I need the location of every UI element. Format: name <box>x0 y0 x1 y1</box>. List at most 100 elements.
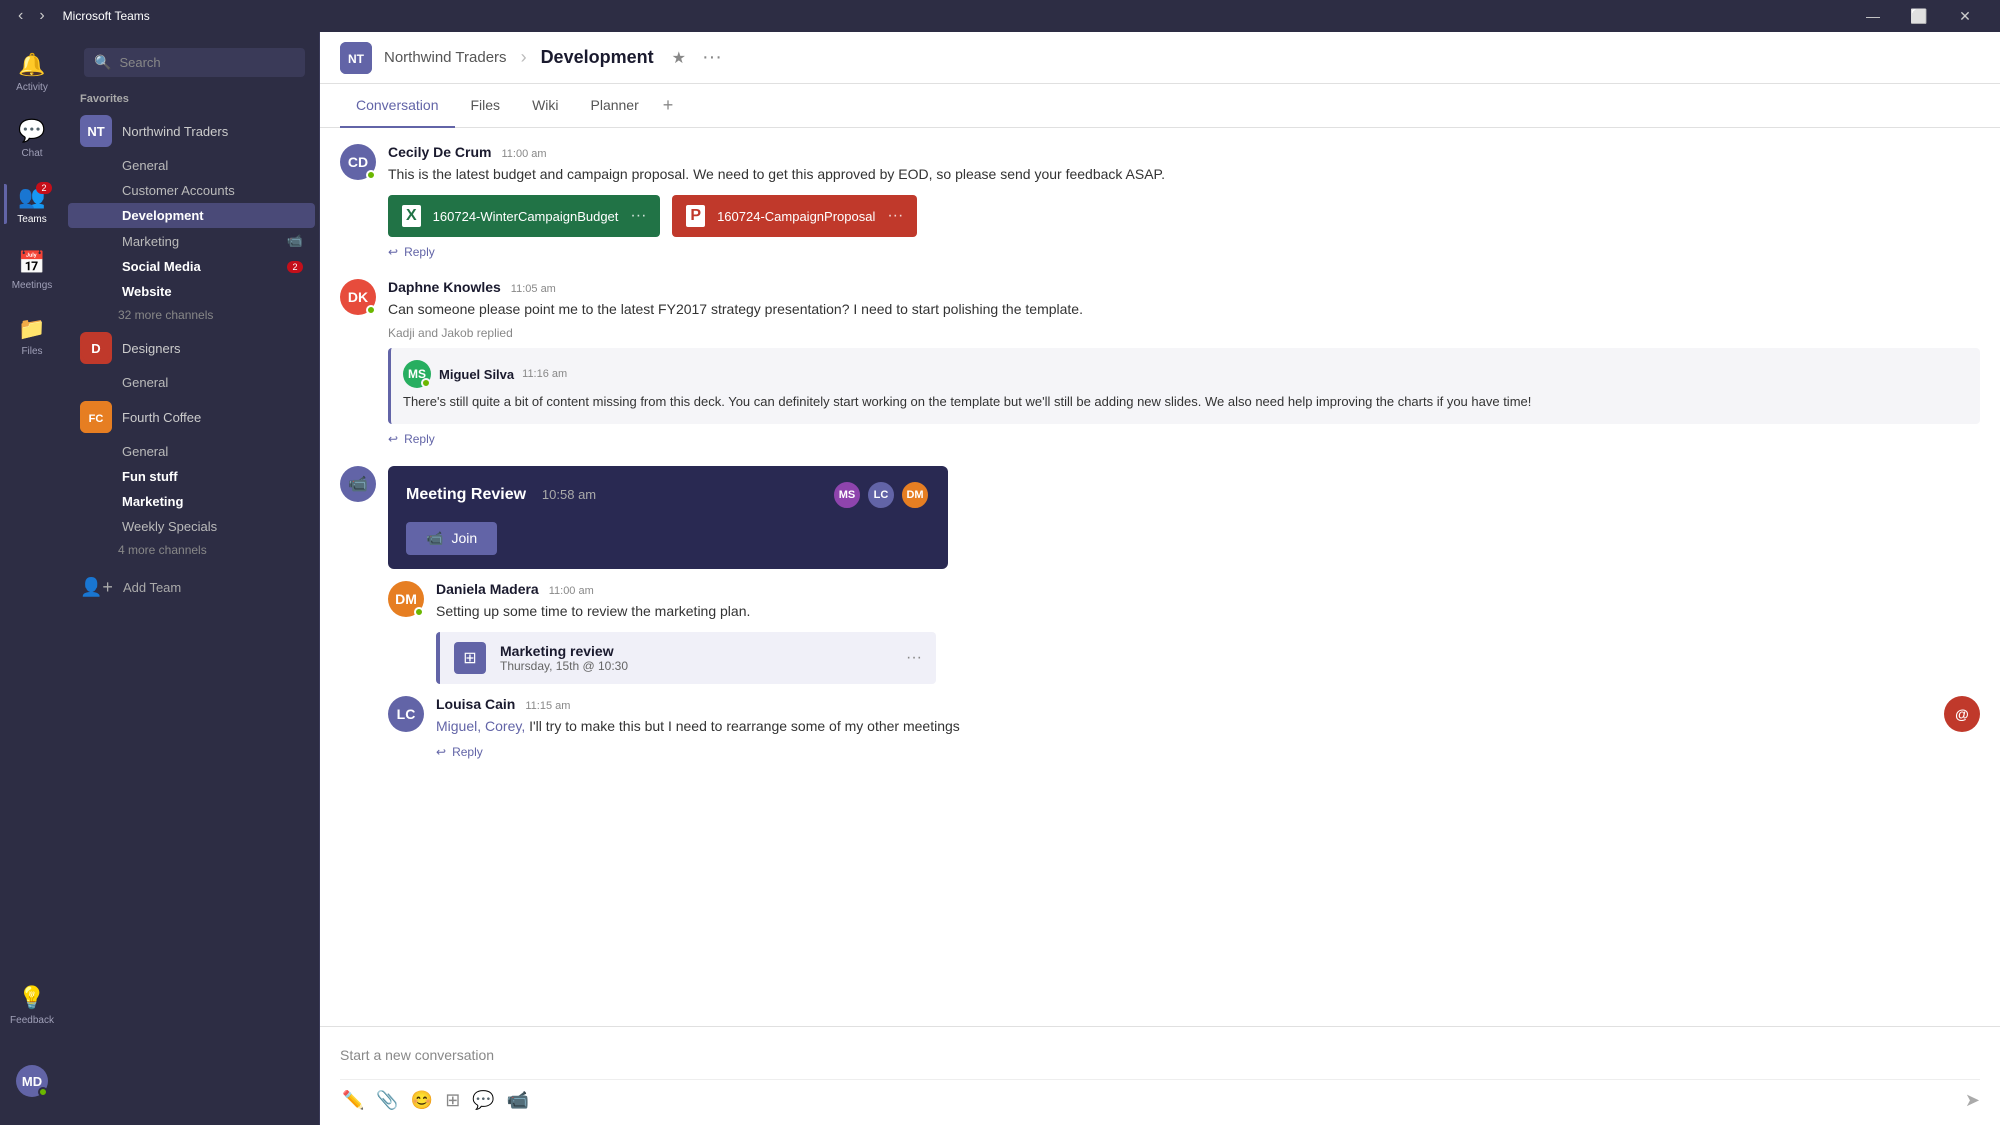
meeting-title: Meeting Review <box>406 486 526 503</box>
tab-planner[interactable]: Planner <box>575 84 655 128</box>
participant-avatar-3: DM <box>900 480 930 510</box>
daphne-message-content: Daphne Knowles 11:05 am Can someone plea… <box>388 279 1980 446</box>
cecily-msg-header: Cecily De Crum 11:00 am <box>388 144 1980 160</box>
thread-reply-note[interactable]: Kadji and Jakob replied <box>388 326 1980 340</box>
user-avatar-rail[interactable]: MD <box>4 1049 60 1113</box>
sticker-tool-icon[interactable]: 💬 <box>470 1088 496 1113</box>
rail-item-chat[interactable]: 💬 Chat <box>4 106 60 170</box>
channel-item-fun-stuff[interactable]: Fun stuff <box>68 464 315 489</box>
rail-item-meetings[interactable]: 📅 Meetings <box>4 238 60 302</box>
fourth-coffee-name: Fourth Coffee <box>122 410 277 425</box>
channel-label-general-d: General <box>122 375 168 390</box>
louisa-avatar: LC <box>388 696 424 732</box>
emoji-tool-icon[interactable]: 😊 <box>409 1088 435 1113</box>
channel-item-social-media[interactable]: Social Media 2 <box>68 254 315 279</box>
conversation-area: CD Cecily De Crum 11:00 am This is the l… <box>320 128 2000 1026</box>
join-meeting-button[interactable]: 📹 Join <box>406 522 497 555</box>
channel-item-marketing-fc[interactable]: Marketing <box>68 489 315 514</box>
meet-tool-icon[interactable]: 📹 <box>505 1088 531 1113</box>
mention-miguel: Miguel, Corey, <box>436 718 525 734</box>
louisa-author: Louisa Cain <box>436 696 515 712</box>
rail-item-feedback[interactable]: 💡 Feedback <box>4 973 60 1037</box>
reply-icon-1: ↩ <box>388 245 398 259</box>
start-conversation-input[interactable]: Start a new conversation <box>340 1039 1980 1071</box>
conversation-input-area: Start a new conversation ✏️ 📎 😊 ⊞ 💬 📹 ➤ <box>320 1026 2000 1125</box>
reply-label-2: Reply <box>404 432 435 446</box>
channel-item-marketing-nt[interactable]: Marketing 📹 <box>68 228 315 254</box>
channel-label-website: Website <box>122 284 172 299</box>
calendar-card[interactable]: ⊞ Marketing review Thursday, 15th @ 10:3… <box>436 632 936 684</box>
team-item-northwind[interactable]: NT Northwind Traders ··· <box>68 109 315 153</box>
fourth-coffee-more-channels[interactable]: 4 more channels <box>64 539 319 561</box>
daniela-message-group: DM Daniela Madera 11:00 am Setting up so… <box>388 581 1980 684</box>
louisa-text: Miguel, Corey, I'll try to make this but… <box>436 716 1980 737</box>
cecily-reply-button[interactable]: ↩ Reply <box>388 245 1980 259</box>
reply-label-3: Reply <box>452 745 483 759</box>
channel-label-marketing-fc: Marketing <box>122 494 183 509</box>
louisa-message-content: Louisa Cain 11:15 am Miguel, Corey, I'll… <box>436 696 1980 759</box>
rail-item-teams[interactable]: 👥 2 Teams <box>4 172 60 236</box>
svg-text:D: D <box>91 341 100 356</box>
daphne-text: Can someone please point me to the lates… <box>388 299 1980 320</box>
add-team-button[interactable]: 👤+ Add Team <box>64 569 319 606</box>
ppt-more-icon[interactable]: ··· <box>887 207 903 225</box>
channel-item-general-nt[interactable]: General <box>68 153 315 178</box>
tab-conversation[interactable]: Conversation <box>340 84 455 128</box>
channel-item-general-d[interactable]: General <box>68 370 315 395</box>
attach-tool-icon[interactable]: 📎 <box>374 1088 400 1113</box>
calendar-event-time: Thursday, 15th @ 10:30 <box>500 659 892 673</box>
search-input[interactable] <box>119 55 295 70</box>
maximize-button[interactable]: ⬜ <box>1896 0 1942 32</box>
northwind-more-channels[interactable]: 32 more channels <box>64 304 319 326</box>
channel-name: Development <box>541 47 654 68</box>
ppt-attachment[interactable]: P 160724-CampaignProposal ··· <box>672 195 917 237</box>
miguel-replied-avatar: MS <box>403 360 431 388</box>
channel-item-development[interactable]: Development <box>68 203 315 228</box>
meeting-card-header: Meeting Review 10:58 am MS LC DM <box>406 480 930 510</box>
replied-thread: MS Miguel Silva 11:16 am There's still q… <box>388 348 1980 424</box>
cecily-message-content: Cecily De Crum 11:00 am This is the late… <box>388 144 1980 259</box>
meetings-icon: 📅 <box>18 250 45 276</box>
channel-header: NT Northwind Traders › Development ★ ··· <box>320 32 2000 84</box>
nav-forward-button[interactable]: › <box>33 5 50 27</box>
team-item-designers[interactable]: D Designers ··· <box>68 326 315 370</box>
rail-item-activity[interactable]: 🔔 Activity <box>4 40 60 104</box>
channel-item-general-fc[interactable]: General <box>68 439 315 464</box>
close-button[interactable]: ✕ <box>1942 0 1988 32</box>
louisa-reply-button[interactable]: ↩ Reply <box>436 745 1980 759</box>
giphy-tool-icon[interactable]: ⊞ <box>443 1088 462 1113</box>
rail-label-files: Files <box>21 346 42 357</box>
tab-files[interactable]: Files <box>455 84 517 128</box>
channel-item-weekly-specials[interactable]: Weekly Specials <box>68 514 315 539</box>
rail-item-files[interactable]: 📁 Files <box>4 304 60 368</box>
daniela-avatar: DM <box>388 581 424 617</box>
meeting-content: Meeting Review 10:58 am MS LC DM 📹 J <box>388 466 1980 779</box>
daphne-avatar: DK <box>340 279 376 315</box>
tab-wiki[interactable]: Wiki <box>516 84 574 128</box>
video-icon-marketing: 📹 <box>287 233 303 249</box>
tab-add-button[interactable]: + <box>655 95 682 116</box>
rail-label-activity: Activity <box>16 82 48 93</box>
join-label: Join <box>451 530 477 546</box>
reply-icon-2: ↩ <box>388 432 398 446</box>
miguel-replied-text: There's still quite a bit of content mis… <box>403 392 1968 412</box>
ppt-icon: P <box>686 205 705 227</box>
channel-item-customer-accounts[interactable]: Customer Accounts <box>68 178 315 203</box>
daphne-reply-button[interactable]: ↩ Reply <box>388 432 1980 446</box>
format-tool-icon[interactable]: ✏️ <box>340 1088 366 1113</box>
chat-icon: 💬 <box>18 118 45 144</box>
favorite-star-icon[interactable]: ★ <box>672 48 686 68</box>
channel-item-website[interactable]: Website <box>68 279 315 304</box>
org-name: Northwind Traders <box>384 49 507 66</box>
excel-attachment[interactable]: X 160724-WinterCampaignBudget ··· <box>388 195 660 237</box>
calendar-more-icon[interactable]: ··· <box>906 649 922 667</box>
channel-more-icon[interactable]: ··· <box>702 46 722 69</box>
favorites-label: Favorites <box>64 85 319 109</box>
send-button[interactable]: ➤ <box>1965 1090 1980 1111</box>
teams-badge: 2 <box>36 182 52 194</box>
excel-more-icon[interactable]: ··· <box>630 207 646 225</box>
minimize-button[interactable]: — <box>1850 0 1896 32</box>
main-content: NT Northwind Traders › Development ★ ···… <box>320 32 2000 1125</box>
nav-back-button[interactable]: ‹ <box>12 5 29 27</box>
team-item-fourth-coffee[interactable]: FC Fourth Coffee ··· <box>68 395 315 439</box>
